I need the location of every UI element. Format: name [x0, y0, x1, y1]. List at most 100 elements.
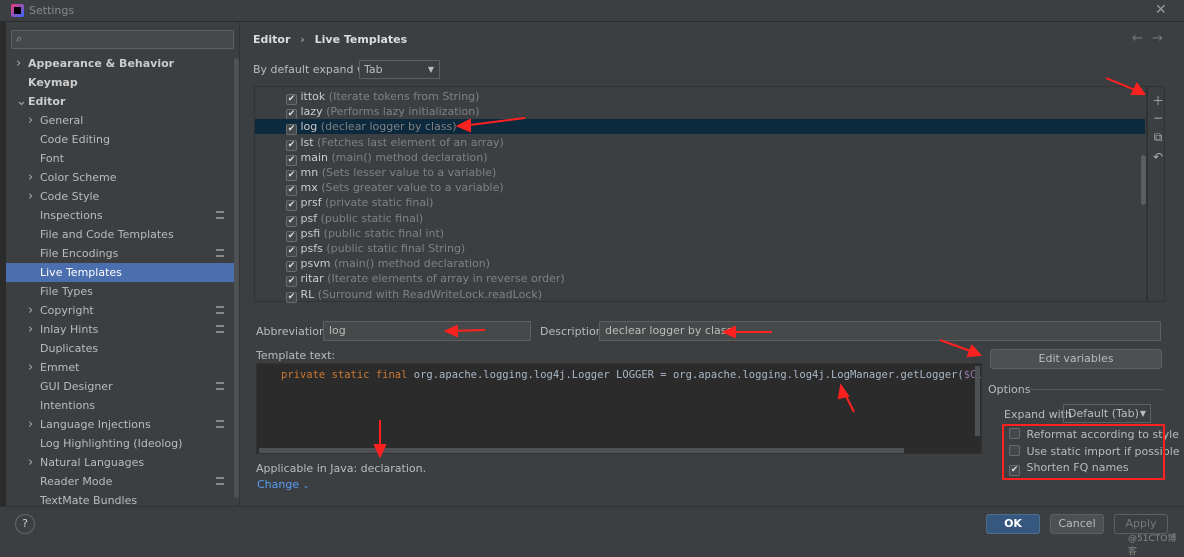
template-row[interactable]: ✔ psf (public static final)	[255, 211, 1145, 227]
template-desc: (public static final String)	[326, 242, 466, 255]
template-desc: (main() method declaration)	[333, 257, 491, 271]
sidebar-scrollbar[interactable]	[234, 58, 239, 498]
breadcrumb-separator: ›	[300, 33, 305, 46]
sidebar-item[interactable]: › Inlay Hints	[6, 320, 234, 339]
sidebar-item-label: Duplicates	[40, 342, 99, 355]
chevron-right-icon[interactable]: ›	[28, 320, 33, 339]
sidebar-item-label: Color Scheme	[40, 171, 117, 184]
sidebar-item[interactable]: File Types	[6, 282, 234, 301]
sidebar-item[interactable]: Font	[6, 149, 234, 168]
undo-icon[interactable]: ↶	[1152, 150, 1164, 164]
sidebar-item[interactable]: Inspections	[6, 206, 234, 225]
sidebar-item-label: Font	[40, 152, 64, 165]
template-desc: (private static final)	[325, 196, 434, 210]
sidebar-item[interactable]: Code Editing	[6, 130, 234, 149]
chevron-down-icon[interactable]: ⌄	[16, 92, 27, 111]
template-desc: (public static final)	[320, 211, 424, 225]
sidebar-item[interactable]: › Color Scheme	[6, 168, 234, 187]
template-row[interactable]: ✔ psfi (public static final int)	[255, 226, 1145, 242]
title-bar: Settings ✕	[0, 0, 1184, 22]
sidebar-item[interactable]: ⌄ Editor	[6, 92, 234, 111]
template-row[interactable]: ✔ ritar (Iterate elements of array in re…	[255, 271, 1145, 288]
sidebar-item[interactable]: Reader Mode	[6, 472, 234, 491]
template-row[interactable]: ✔ log (declear logger by class)	[255, 119, 1145, 136]
sidebar-item[interactable]: Duplicates	[6, 339, 234, 358]
template-row[interactable]: ✔ main (main() method declaration)	[255, 150, 1145, 166]
template-row[interactable]: ✔ lazy (Performs lazy initialization)	[255, 104, 1145, 121]
settings-sidebar: ⌕ › Appearance & Behavior Keymap ⌄ Editor › Ge…	[6, 22, 240, 507]
template-desc: (Iterate tokens from String)	[328, 90, 480, 103]
change-link[interactable]: Change ⌄	[257, 478, 309, 491]
sidebar-item[interactable]: GUI Designer	[6, 377, 234, 396]
template-row[interactable]: ✔ mx (Sets greater value to a variable)	[255, 180, 1145, 197]
sidebar-item[interactable]: › Copyright	[6, 301, 234, 320]
editor-vscrollbar[interactable]	[975, 366, 980, 436]
template-text-editor[interactable]: private static final org.apache.logging.…	[256, 363, 982, 454]
chevron-down-icon: ▼	[427, 65, 434, 74]
sidebar-item-label: Code Editing	[40, 133, 110, 146]
project-scope-icon	[216, 211, 224, 219]
project-scope-icon	[216, 420, 224, 428]
breadcrumb-parent[interactable]: Editor	[253, 33, 290, 46]
sidebar-item[interactable]: Keymap	[6, 73, 234, 92]
templates-scrollbar[interactable]	[1141, 155, 1146, 205]
template-abbr: main	[300, 150, 328, 164]
description-label: Description:	[540, 325, 607, 338]
help-button[interactable]: ?	[15, 514, 35, 534]
add-icon[interactable]: ＋	[1152, 92, 1164, 109]
template-abbr: psvm	[300, 257, 331, 271]
template-checkbox[interactable]: ✔	[286, 291, 297, 303]
description-input[interactable]: declear logger by class	[599, 321, 1161, 341]
template-row[interactable]: ✔ RL (Surround with ReadWriteLock.readLo…	[255, 287, 1145, 303]
sidebar-item[interactable]: File and Code Templates	[6, 225, 234, 244]
chevron-right-icon[interactable]: ›	[16, 54, 21, 73]
close-icon[interactable]: ✕	[1155, 2, 1167, 18]
annotation-highlight-box	[1002, 424, 1165, 480]
template-desc: (Fetches last element of an array)	[317, 135, 504, 149]
back-arrow-icon[interactable]: ←	[1132, 31, 1143, 46]
annotation-arrowhead	[966, 344, 983, 358]
applicable-context: Applicable in Java: declaration.	[256, 462, 427, 475]
sidebar-item[interactable]: Live Templates	[6, 263, 234, 282]
sidebar-item[interactable]: › Natural Languages	[6, 453, 234, 472]
cancel-button[interactable]: Cancel	[1050, 514, 1104, 534]
sidebar-item[interactable]: Intentions	[6, 396, 234, 415]
sidebar-item[interactable]: › Appearance & Behavior	[6, 54, 234, 73]
chevron-right-icon[interactable]: ›	[28, 453, 33, 472]
editor-hscrollbar[interactable]	[259, 448, 904, 453]
sidebar-item[interactable]: › Emmet	[6, 358, 234, 377]
template-row[interactable]: ✔ lst (Fetches last element of an array)	[255, 135, 1145, 151]
sidebar-item-label: File and Code Templates	[40, 228, 174, 241]
chevron-right-icon[interactable]: ›	[28, 168, 33, 187]
template-row[interactable]: ✔ mn (Sets lesser value to a variable)	[255, 165, 1145, 181]
template-abbr: RL	[300, 287, 315, 301]
sidebar-item[interactable]: › General	[6, 111, 234, 130]
options-expand-dropdown[interactable]: Default (Tab) ▼	[1063, 404, 1151, 423]
template-desc: (main() method declaration)	[331, 150, 488, 164]
sidebar-item[interactable]: File Encodings	[6, 244, 234, 263]
sidebar-item[interactable]: Log Highlighting (Ideolog)	[6, 434, 234, 453]
chevron-right-icon[interactable]: ›	[28, 301, 33, 320]
forward-arrow-icon[interactable]: →	[1152, 31, 1163, 46]
template-row[interactable]: ✔ psfs (public static final String)	[255, 241, 1145, 257]
template-row[interactable]: ✔ prsf (private static final)	[255, 195, 1145, 212]
copy-icon[interactable]: ⧉	[1152, 130, 1164, 145]
expand-dropdown[interactable]: Tab ▼	[359, 60, 440, 79]
sidebar-item[interactable]: › Code Style	[6, 187, 234, 206]
remove-icon[interactable]: −	[1152, 111, 1164, 125]
search-input[interactable]: ⌕	[11, 30, 234, 49]
template-row[interactable]: ✔ psvm (main() method declaration)	[255, 256, 1145, 273]
app-icon	[11, 4, 24, 17]
template-abbr: prsf	[300, 196, 322, 210]
chevron-right-icon[interactable]: ›	[28, 358, 33, 377]
template-row[interactable]: ✔ ittok (Iterate tokens from String)	[255, 89, 1145, 105]
edit-variables-button[interactable]: Edit variables	[990, 349, 1162, 369]
ok-button[interactable]: OK	[986, 514, 1040, 534]
chevron-right-icon[interactable]: ›	[28, 415, 33, 434]
sidebar-item-label: Code Style	[40, 190, 100, 203]
sidebar-item-label: Reader Mode	[40, 475, 113, 488]
chevron-right-icon[interactable]: ›	[28, 187, 33, 206]
abbreviation-input[interactable]: log	[323, 321, 531, 341]
chevron-right-icon[interactable]: ›	[28, 111, 33, 130]
sidebar-item[interactable]: › Language Injections	[6, 415, 234, 434]
